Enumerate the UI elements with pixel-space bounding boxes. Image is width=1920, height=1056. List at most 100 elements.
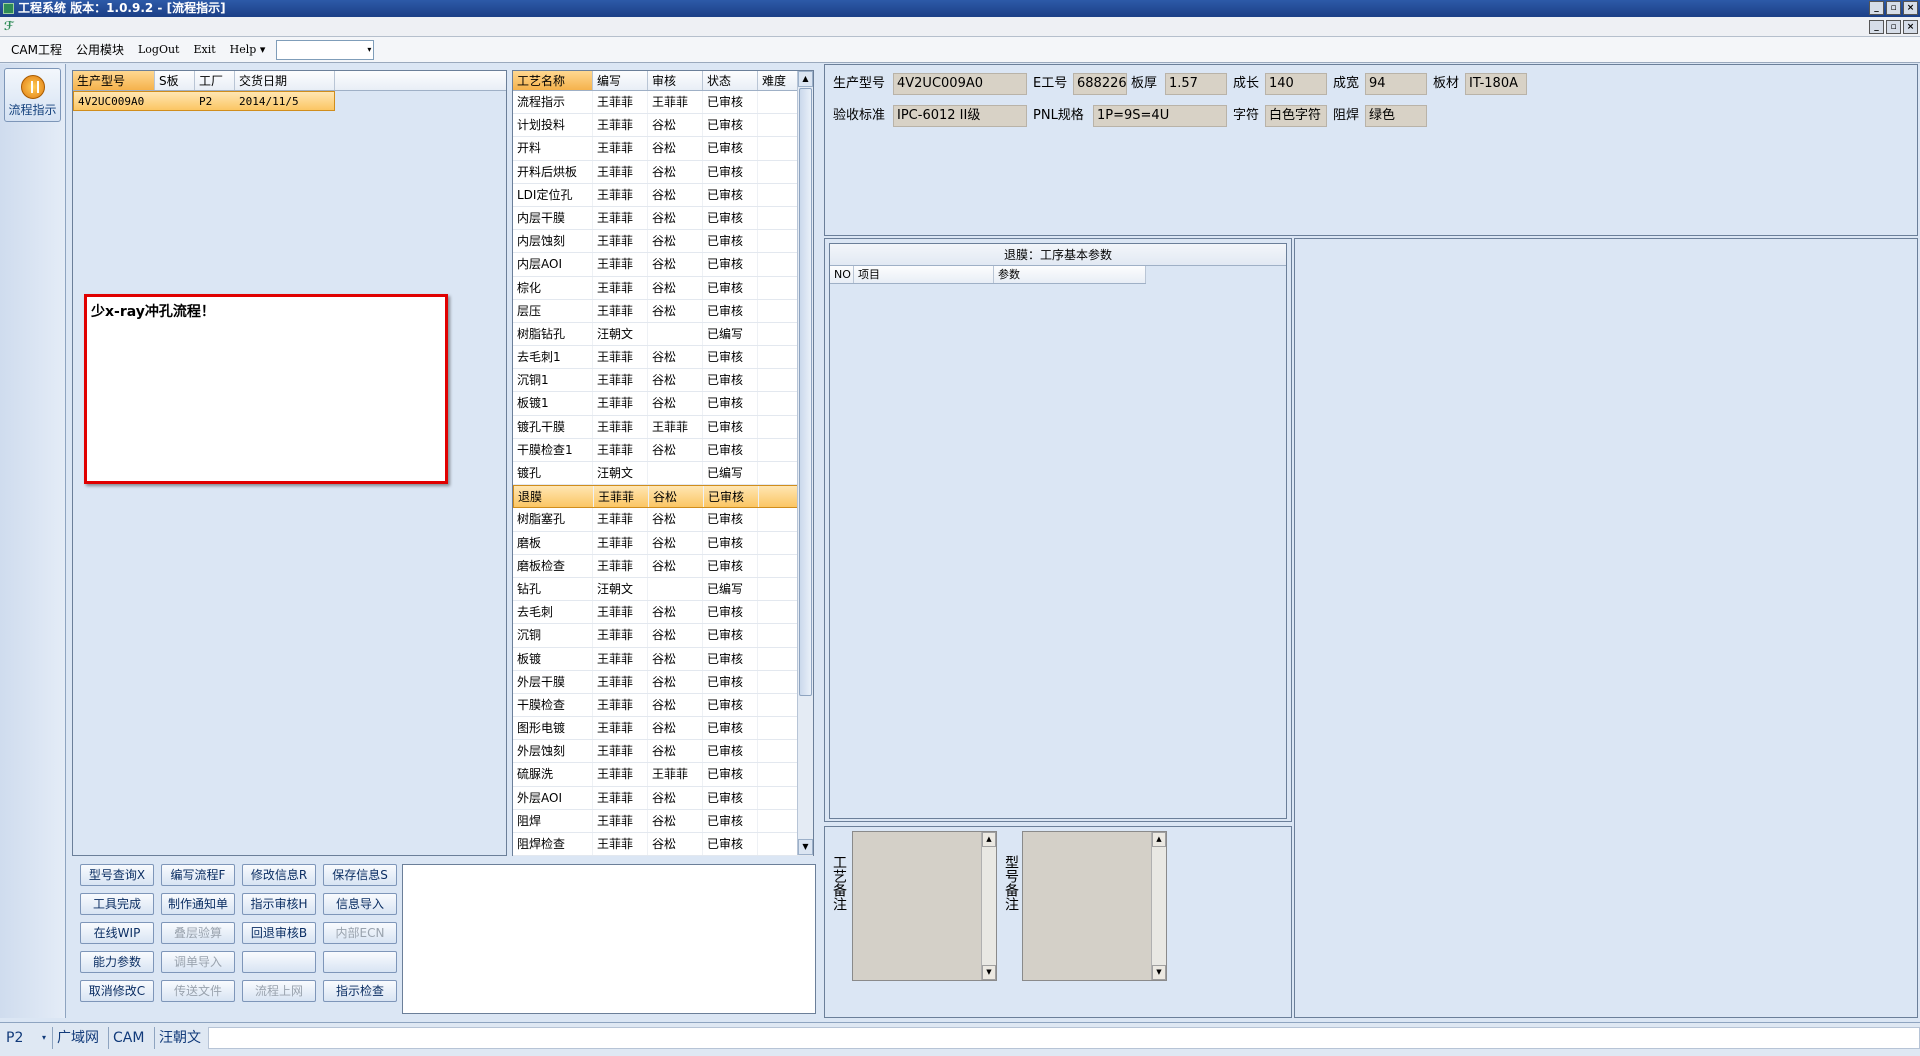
table-row[interactable]: 沉铜1 王菲菲 谷松 已审核 (513, 369, 813, 393)
child-minimize-button[interactable]: _ (1869, 20, 1884, 34)
col-model[interactable]: 生产型号 (73, 71, 155, 90)
close-button[interactable]: × (1903, 1, 1918, 15)
message-textbox[interactable] (402, 864, 816, 1014)
col-difficulty[interactable]: 难度 (758, 71, 798, 90)
table-row[interactable]: 干膜检查1 王菲菲 谷松 已审核 (513, 438, 813, 462)
menu-cam[interactable]: CAM工程 (4, 39, 69, 61)
table-row[interactable]: 层压 王菲菲 谷松 已审核 (513, 299, 813, 323)
child-close-button[interactable]: × (1903, 20, 1918, 34)
info-mask-field[interactable]: 绿色 (1365, 105, 1427, 127)
order-import-button[interactable]: 调单导入 (161, 951, 235, 973)
menu-logout[interactable]: LogOut (131, 39, 187, 61)
col-reviewer[interactable]: 审核 (648, 71, 703, 90)
cancel-edit-button[interactable]: 取消修改C (80, 980, 154, 1002)
table-row[interactable]: 外层AOI 王菲菲 谷松 已审核 (513, 786, 813, 810)
info-length-field[interactable]: 140 (1265, 73, 1327, 95)
child-restore-button[interactable]: ▫ (1886, 20, 1901, 34)
table-row[interactable]: 阻焊检查 王菲菲 谷松 已审核 (513, 833, 813, 857)
info-material-field[interactable]: IT-180A (1465, 73, 1527, 95)
make-notice-button[interactable]: 制作通知单 (161, 893, 235, 915)
info-standard-field[interactable]: IPC-6012 II级 (893, 105, 1027, 127)
table-row[interactable]: 树脂钻孔 汪朝文 已编写 (513, 322, 813, 347)
tool-done-button[interactable]: 工具完成 (80, 893, 154, 915)
table-row[interactable]: 去毛刺1 王菲菲 谷松 已审核 (513, 346, 813, 370)
instr-check-button[interactable]: 指示检查 (323, 980, 397, 1002)
instr-review-button[interactable]: 指示审核H (242, 893, 316, 915)
factory-combo[interactable]: P2 ▾ (0, 1027, 50, 1049)
table-row[interactable]: 去毛刺 王菲菲 谷松 已审核 (513, 601, 813, 625)
menu-combo[interactable]: ▾ (276, 39, 375, 60)
scroll-up-icon[interactable]: ▲ (1152, 832, 1166, 847)
menu-help[interactable]: Help ▾ (223, 39, 273, 61)
table-row[interactable]: 计划投料 王菲菲 谷松 已审核 (513, 114, 813, 138)
table-row[interactable]: 内层AOI 王菲菲 谷松 已审核 (513, 253, 813, 277)
info-model-field[interactable]: 4V2UC009A0 (893, 73, 1027, 95)
blank-1-button[interactable] (242, 951, 316, 973)
scroll-down-icon[interactable]: ▼ (798, 839, 813, 855)
scroll-thumb[interactable] (799, 88, 812, 696)
blank-2-button[interactable] (323, 951, 397, 973)
menu-exit[interactable]: Exit (186, 39, 222, 61)
table-row[interactable]: 图形电镀 王菲菲 谷松 已审核 (513, 717, 813, 741)
table-row[interactable]: 内层蚀刻 王菲菲 谷松 已审核 (513, 230, 813, 254)
send-file-button[interactable]: 传送文件 (161, 980, 235, 1002)
stack-calc-button[interactable]: 叠层验算 (161, 922, 235, 944)
table-row[interactable]: 镀孔 汪朝文 已编写 (513, 462, 813, 486)
table-row[interactable]: 开料后烘板 王菲菲 谷松 已审核 (513, 160, 813, 184)
model-remark-memo[interactable]: ▲ ▼ (1022, 831, 1167, 981)
table-row[interactable]: 流程指示 王菲菲 王菲菲 已审核 (513, 91, 813, 115)
rollback-review-button[interactable]: 回退审核B (242, 922, 316, 944)
online-wip-button[interactable]: 在线WIP (80, 922, 154, 944)
table-row[interactable]: 树脂塞孔 王菲菲 谷松 已审核 (513, 508, 813, 532)
col-param[interactable]: 参数 (994, 266, 1146, 283)
table-row[interactable]: 钻孔 汪朝文 已编写 (513, 577, 813, 602)
info-char-field[interactable]: 白色字符 (1265, 105, 1327, 127)
edit-info-button[interactable]: 修改信息R (242, 864, 316, 886)
save-info-button[interactable]: 保存信息S (323, 864, 397, 886)
capability-button[interactable]: 能力参数 (80, 951, 154, 973)
memo-scrollbar[interactable]: ▲ ▼ (1151, 832, 1166, 980)
table-row[interactable]: 硫脲洗 王菲菲 王菲菲 已审核 (513, 763, 813, 787)
table-row[interactable]: 磨板 王菲菲 谷松 已审核 (513, 531, 813, 555)
col-item[interactable]: 项目 (854, 266, 994, 283)
info-thickness-field[interactable]: 1.57 (1165, 73, 1227, 95)
info-width-field[interactable]: 94 (1365, 73, 1427, 95)
write-flow-button[interactable]: 编写流程F (161, 864, 235, 886)
table-row[interactable]: 阻焊 王菲菲 谷松 已审核 (513, 809, 813, 833)
col-delivery[interactable]: 交货日期 (235, 71, 335, 90)
col-no[interactable]: NO (830, 266, 854, 283)
model-query-button[interactable]: 型号查询X (80, 864, 154, 886)
flow-instruction-button[interactable]: 流程指示 (4, 68, 61, 122)
table-row[interactable]: 内层干膜 王菲菲 谷松 已审核 (513, 206, 813, 231)
minimize-button[interactable]: _ (1869, 1, 1884, 15)
col-factory[interactable]: 工厂 (195, 71, 235, 90)
scroll-down-icon[interactable]: ▼ (1152, 965, 1166, 980)
table-row[interactable]: 板镀 王菲菲 谷松 已审核 (513, 647, 813, 671)
col-process-name[interactable]: 工艺名称 (513, 71, 593, 90)
info-pnl-field[interactable]: 1P=9S=4U (1093, 105, 1227, 127)
table-row[interactable]: 沉铜 王菲菲 谷松 已审核 (513, 624, 813, 648)
col-writer[interactable]: 编写 (593, 71, 648, 90)
internal-ecn-button[interactable]: 内部ECN (323, 922, 397, 944)
menu-common[interactable]: 公用模块 (69, 39, 131, 61)
table-row[interactable]: 外层蚀刻 王菲菲 谷松 已审核 (513, 740, 813, 764)
table-row[interactable]: 磨板检查 王菲菲 谷松 已审核 (513, 554, 813, 578)
process-remark-memo[interactable]: ▲ ▼ (852, 831, 997, 981)
table-row[interactable]: 4V2UC009A0 P2 2014/11/5 (73, 91, 335, 111)
memo-scrollbar[interactable]: ▲ ▼ (981, 832, 996, 980)
info-import-button[interactable]: 信息导入 (323, 893, 397, 915)
col-status[interactable]: 状态 (703, 71, 758, 90)
table-row[interactable]: LDI定位孔 王菲菲 谷松 已审核 (513, 183, 813, 207)
table-row[interactable]: 干膜检查 王菲菲 谷松 已审核 (513, 693, 813, 718)
scroll-down-icon[interactable]: ▼ (982, 965, 996, 980)
table-row[interactable]: 退膜 王菲菲 谷松 已审核 (513, 485, 813, 509)
restore-button[interactable]: ▫ (1886, 1, 1901, 15)
table-row[interactable]: 板镀1 王菲菲 谷松 已审核 (513, 392, 813, 416)
scroll-up-icon[interactable]: ▲ (982, 832, 996, 847)
table-row[interactable]: 外层干膜 王菲菲 谷松 已审核 (513, 670, 813, 694)
info-eno-field[interactable]: 688226 (1073, 73, 1127, 95)
process-scrollbar[interactable]: ▲ ▼ (797, 71, 813, 855)
table-row[interactable]: 镀孔干膜 王菲菲 王菲菲 已审核 (513, 415, 813, 439)
scroll-up-icon[interactable]: ▲ (798, 71, 813, 87)
table-row[interactable]: 棕化 王菲菲 谷松 已审核 (513, 276, 813, 300)
